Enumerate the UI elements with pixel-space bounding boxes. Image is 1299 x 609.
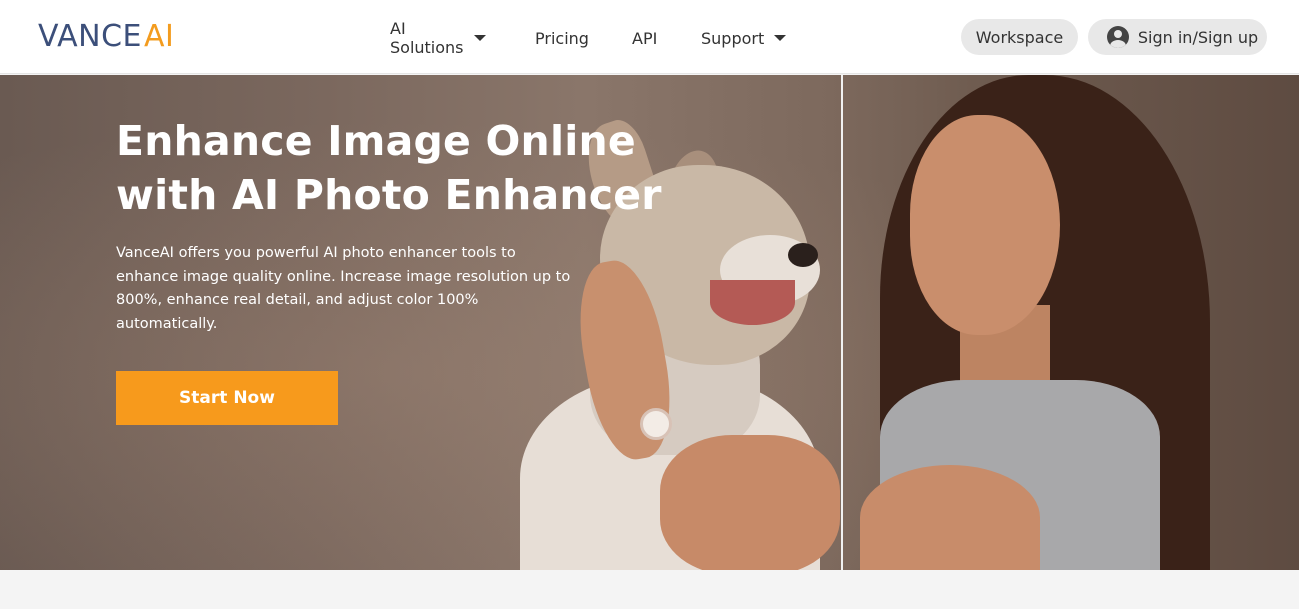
nav-ai-solutions[interactable]: AI Solutions: [390, 19, 486, 57]
sign-in-button-label: Sign in/Sign up: [1137, 27, 1259, 47]
hero-description: VanceAI offers you powerful AI photo enh…: [116, 245, 571, 332]
nav-pricing[interactable]: Pricing: [535, 26, 589, 50]
user-circle-icon: [1106, 26, 1129, 48]
photo-woman-arm: [860, 465, 1040, 570]
workspace-button[interactable]: Workspace: [961, 19, 1078, 55]
vanceai-logo[interactable]: VANCE AI: [38, 18, 174, 54]
photo-watch: [640, 408, 672, 440]
sign-in-button[interactable]: Sign in/Sign up: [1088, 19, 1267, 55]
logo-text-ai: AI: [143, 18, 175, 54]
comparison-slider-divider[interactable]: [841, 75, 843, 570]
chevron-down-icon: [473, 35, 486, 41]
hero-title: Enhance Image Online with AI Photo Enhan…: [116, 117, 662, 219]
logo-text-vance: VANCE: [38, 18, 142, 54]
nav-support[interactable]: Support: [701, 26, 787, 50]
chevron-down-icon: [774, 35, 787, 41]
start-now-button[interactable]: Start Now: [116, 371, 338, 425]
nav-api[interactable]: API: [632, 26, 657, 50]
site-header: VANCE AI AI Solutions Pricing API Support…: [0, 0, 1299, 74]
nav-pricing-label: Pricing: [535, 28, 589, 48]
workspace-button-label: Workspace: [975, 27, 1064, 47]
photo-dog-nose: [788, 243, 818, 267]
hero-section: Enhance Image Online with AI Photo Enhan…: [0, 75, 1299, 570]
nav-ai-solutions-label: AI Solutions: [390, 19, 464, 57]
nav-api-label: API: [632, 28, 658, 48]
photo-arm: [660, 435, 840, 570]
below-hero-section: [0, 570, 1299, 609]
photo-dog-mouth: [710, 280, 795, 325]
photo-woman-face: [910, 115, 1060, 335]
nav-support-label: Support: [701, 28, 765, 48]
